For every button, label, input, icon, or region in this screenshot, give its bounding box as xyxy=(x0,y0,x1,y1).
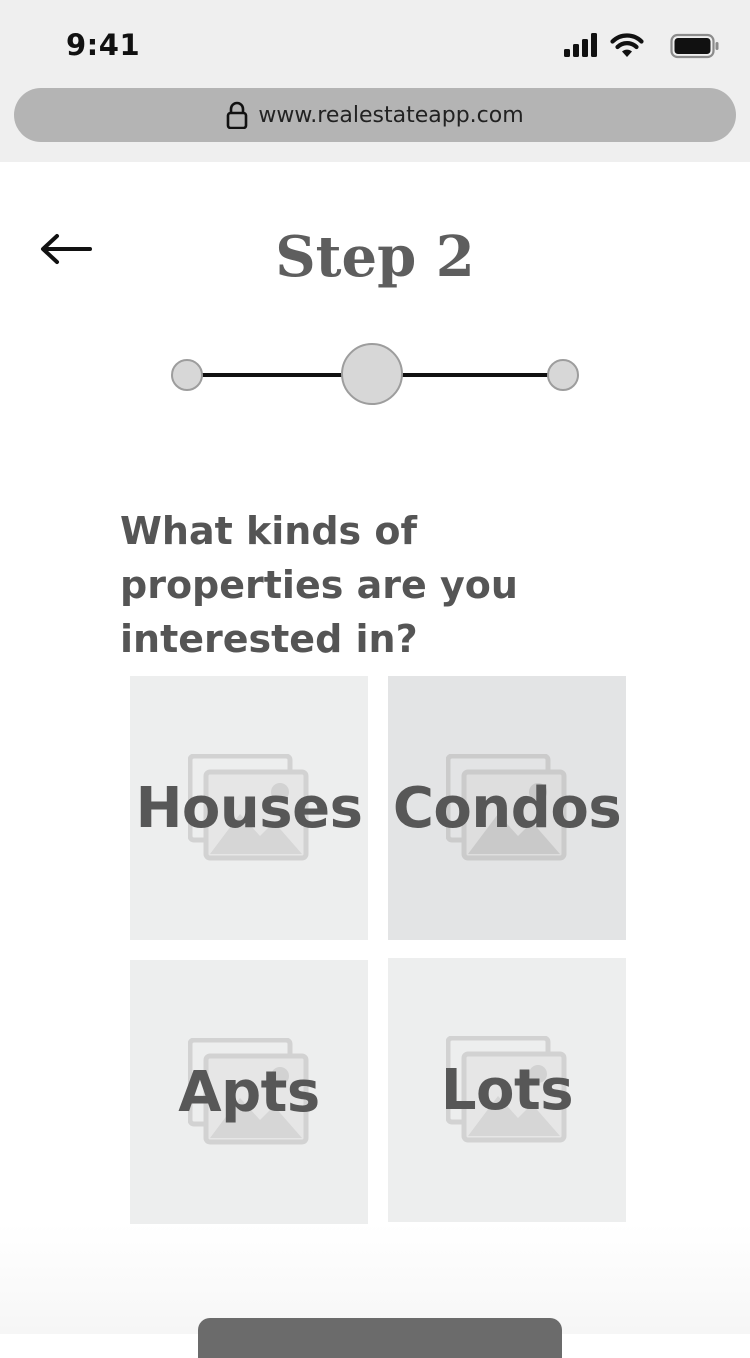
progress-stepper xyxy=(160,330,590,420)
option-label: Lots xyxy=(440,1057,574,1123)
option-label: Houses xyxy=(135,775,363,841)
step-2-indicator-current xyxy=(341,343,403,405)
question-text: What kinds of properties are you interes… xyxy=(120,509,518,661)
cellular-signal-icon xyxy=(564,33,597,57)
step-3-indicator xyxy=(547,359,579,391)
page-title: Step 2 xyxy=(275,224,475,290)
status-time: 9:41 xyxy=(66,28,141,62)
lock-icon xyxy=(227,101,248,129)
step-connector xyxy=(402,373,548,377)
url-bar[interactable]: www.realestateapp.com xyxy=(14,88,736,142)
url-text: www.realestateapp.com xyxy=(258,102,524,128)
battery-icon xyxy=(670,33,719,59)
step-1-indicator xyxy=(171,359,203,391)
option-tile-apts[interactable]: Apts xyxy=(130,960,368,1224)
step-connector xyxy=(202,373,342,377)
browser-chrome: 9:41 www.realestateapp.com xyxy=(0,0,750,162)
continue-button[interactable] xyxy=(198,1318,562,1358)
option-tile-condos[interactable]: Condos xyxy=(388,676,626,940)
option-label: Apts xyxy=(178,1059,320,1125)
option-label: Condos xyxy=(392,775,622,841)
option-tile-houses[interactable]: Houses xyxy=(130,676,368,940)
option-tile-lots[interactable]: Lots xyxy=(388,958,626,1222)
wifi-icon xyxy=(610,33,644,57)
